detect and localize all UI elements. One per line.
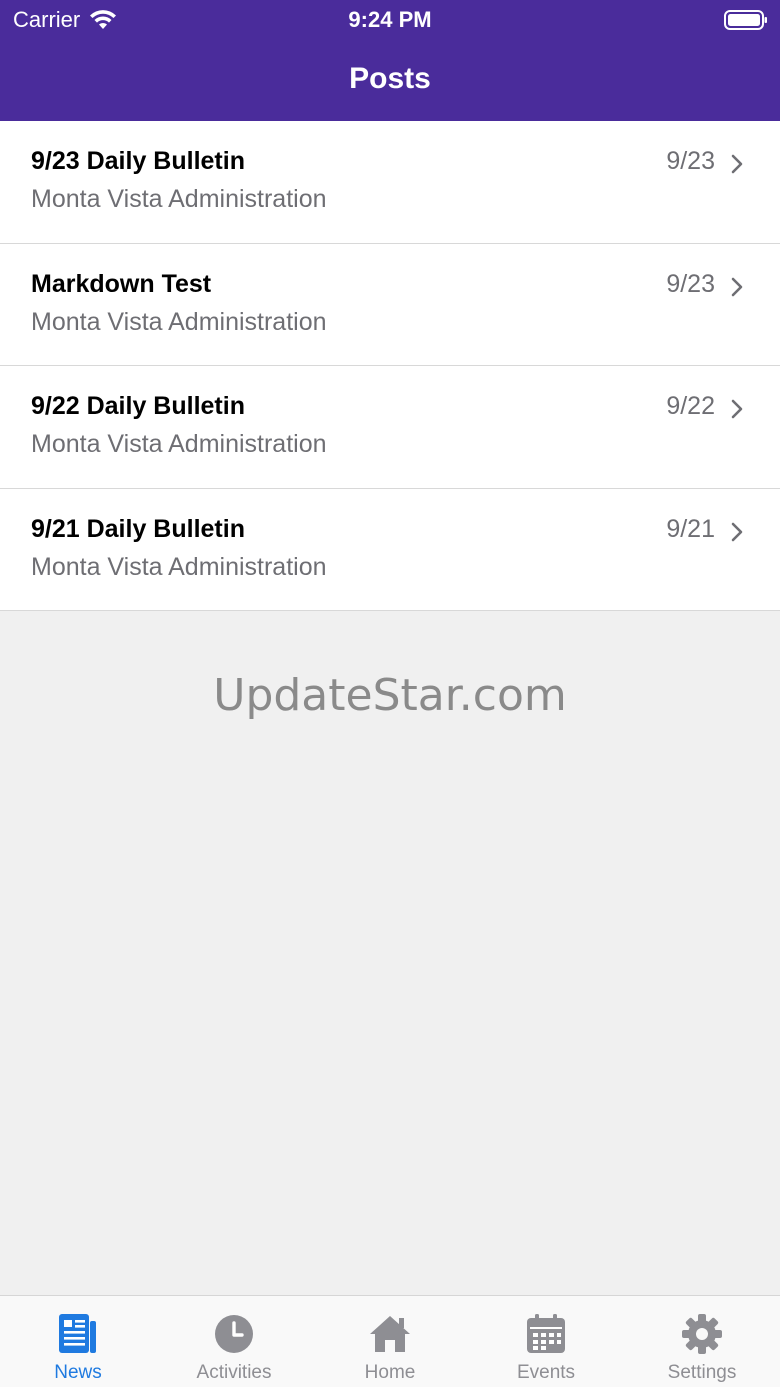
posts-list: 9/23 Daily Bulletin Monta Vista Administ… (0, 121, 780, 611)
home-icon (368, 1312, 412, 1356)
post-author: Monta Vista Administration (31, 552, 327, 581)
tab-activities[interactable]: Activities (156, 1296, 312, 1387)
chevron-right-icon (731, 399, 743, 419)
page-title: Posts (349, 62, 431, 95)
tab-bar: News Activities Home Events Settings (0, 1295, 780, 1387)
tab-label: Home (364, 1362, 416, 1383)
post-author: Monta Vista Administration (31, 430, 327, 458)
navigation-header: Carrier 9:24 PM Posts (0, 0, 780, 121)
tab-news[interactable]: News (0, 1296, 156, 1387)
chevron-right-icon (731, 277, 743, 296)
tab-label: News (54, 1362, 102, 1383)
watermark: UpdateStar.com (213, 670, 567, 721)
post-date: 9/21 (666, 514, 715, 543)
calendar-icon (524, 1312, 568, 1356)
post-row[interactable]: Markdown Test Monta Vista Administration… (0, 243, 780, 366)
battery-icon (724, 10, 767, 30)
post-date: 9/23 (666, 147, 715, 175)
tab-label: Settings (667, 1362, 737, 1383)
post-row[interactable]: 9/23 Daily Bulletin Monta Vista Administ… (0, 121, 780, 244)
post-row[interactable]: 9/22 Daily Bulletin Monta Vista Administ… (0, 366, 780, 489)
post-date: 9/22 (666, 392, 715, 420)
tab-label: Events (516, 1362, 576, 1383)
post-title: 9/22 Daily Bulletin (31, 392, 245, 420)
tab-events[interactable]: Events (468, 1296, 624, 1387)
newspaper-icon (56, 1312, 100, 1356)
gear-icon (680, 1312, 724, 1356)
post-author: Monta Vista Administration (31, 307, 327, 336)
chevron-right-icon (731, 522, 743, 541)
status-bar: Carrier 9:24 PM (0, 0, 780, 40)
post-title: 9/23 Daily Bulletin (31, 147, 245, 175)
chevron-right-icon (731, 154, 743, 174)
post-row[interactable]: 9/21 Daily Bulletin Monta Vista Administ… (0, 488, 780, 611)
post-title: 9/21 Daily Bulletin (31, 514, 245, 543)
status-time: 9:24 PM (348, 7, 432, 32)
post-date: 9/23 (666, 269, 715, 298)
clock-icon (212, 1312, 256, 1356)
post-author: Monta Vista Administration (31, 185, 327, 213)
tab-settings[interactable]: Settings (624, 1296, 780, 1387)
tab-home[interactable]: Home (312, 1296, 468, 1387)
tab-label: Activities (196, 1362, 272, 1383)
post-title: Markdown Test (31, 269, 212, 298)
